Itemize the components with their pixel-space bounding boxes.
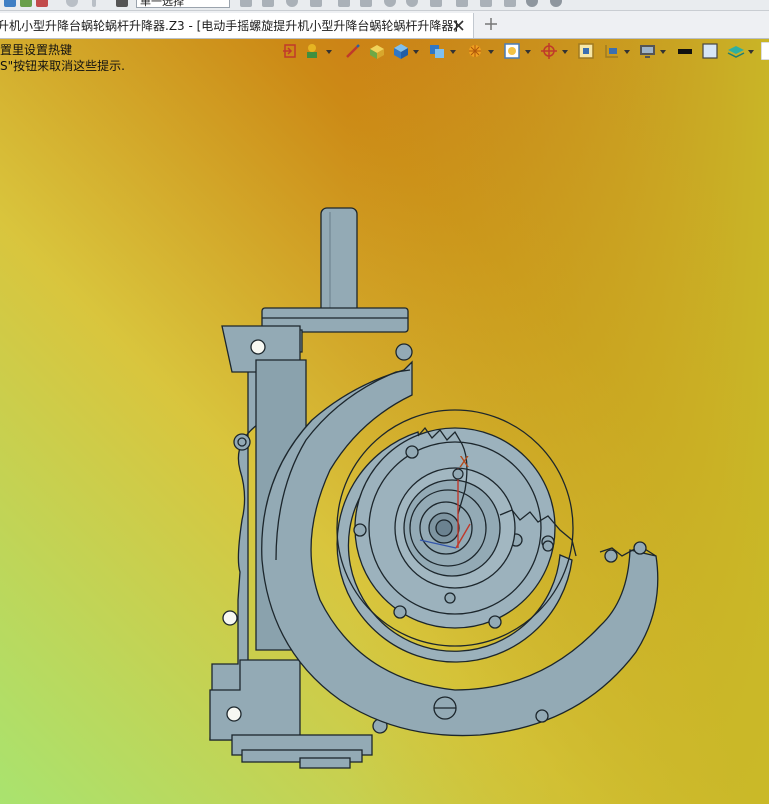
close-icon[interactable] — [452, 19, 465, 32]
tab-label: 升机小型升降台蜗轮蜗杆升降器.Z3 - [电动手摇螺旋提升机小型升降台蜗轮蜗杆升… — [0, 19, 458, 33]
axis-label-x: X — [459, 453, 469, 471]
save-icon[interactable] — [4, 0, 16, 7]
pick-arrow-icon[interactable] — [240, 0, 252, 7]
print-icon[interactable] — [20, 0, 32, 7]
undo-icon[interactable] — [66, 0, 78, 7]
snap-end-icon[interactable] — [310, 0, 322, 7]
filter-icon[interactable] — [116, 0, 128, 7]
snap-quadrant-icon[interactable] — [430, 0, 442, 7]
export-icon[interactable] — [36, 0, 48, 7]
pick-circle-icon[interactable] — [286, 0, 298, 7]
settings-icon[interactable] — [550, 0, 562, 7]
worm-gear-reducer-model[interactable]: X — [0, 39, 769, 804]
snap-tangent-icon[interactable] — [456, 0, 468, 7]
quick-access-toolbar: 单一选择 — [0, 0, 769, 11]
tab-document[interactable]: 升机小型升降台蜗轮蜗杆升降器.Z3 - [电动手摇螺旋提升机小型升降台蜗轮蜗杆升… — [0, 13, 474, 38]
selection-filter-combo[interactable]: 单一选择 — [136, 0, 230, 8]
snap-perp-icon[interactable] — [480, 0, 492, 7]
snap-arc-icon[interactable] — [406, 0, 418, 7]
add-tab-icon[interactable] — [482, 15, 500, 33]
document-tab-bar: 升机小型升降台蜗轮蜗杆升降器.Z3 - [电动手摇螺旋提升机小型升降台蜗轮蜗杆升… — [0, 11, 769, 39]
snap-center-icon[interactable] — [384, 0, 396, 7]
pick-point-icon[interactable] — [262, 0, 274, 7]
pin-icon[interactable] — [92, 0, 96, 7]
snap-near-icon[interactable] — [504, 0, 516, 7]
snap-mid-icon[interactable] — [360, 0, 372, 7]
snap-line-icon[interactable] — [338, 0, 350, 7]
gear-icon[interactable] — [526, 0, 538, 7]
graphics-viewport[interactable]: 置里设置热键 S"按钮来取消这些提示. X — [0, 39, 769, 804]
